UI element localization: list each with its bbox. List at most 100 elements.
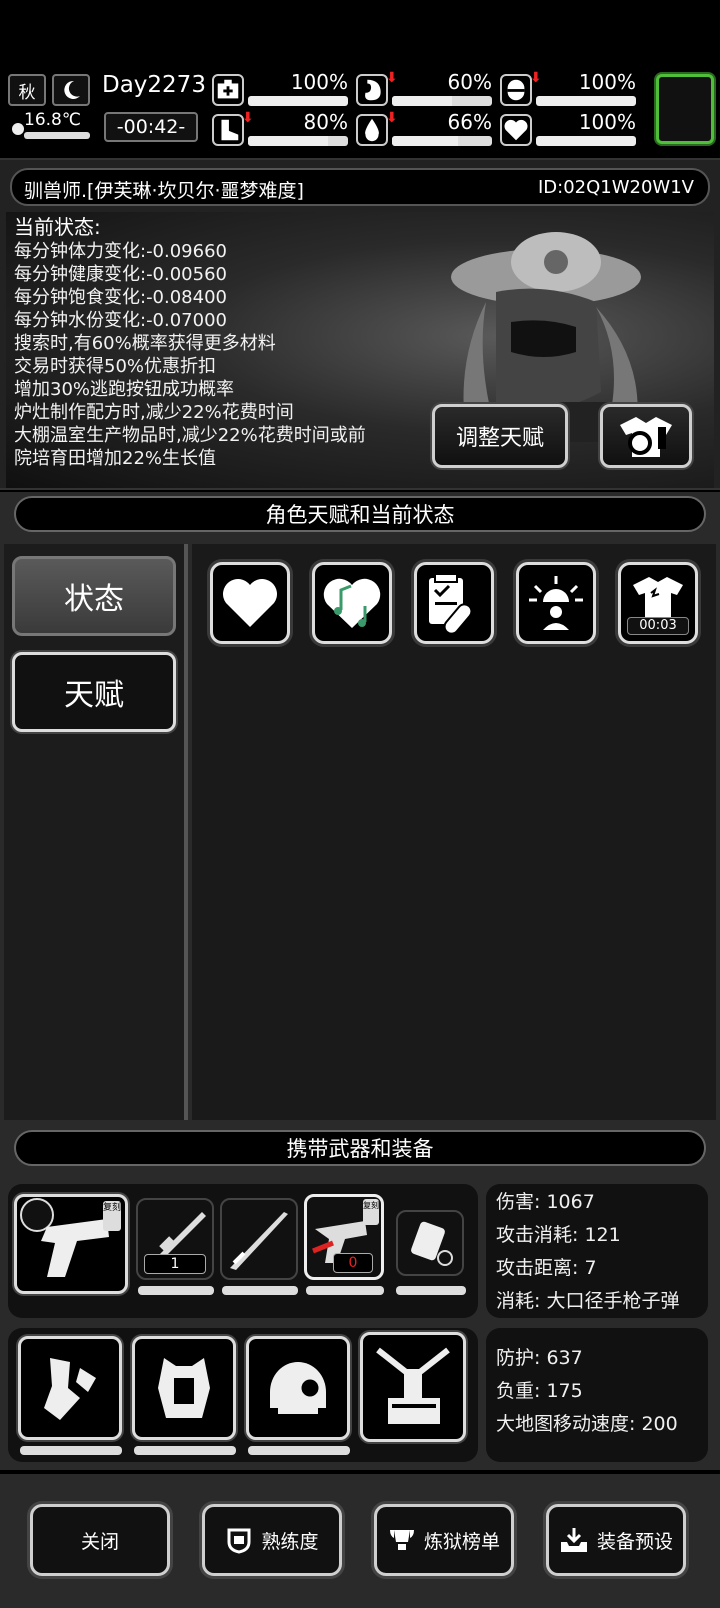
- talent-section-header: 角色天赋和当前状态: [0, 492, 720, 540]
- revolver-ammo-count: 0: [333, 1253, 373, 1273]
- status-line: 每分钟体力变化:-0.09660: [14, 241, 227, 262]
- shield-book-icon: [227, 1528, 251, 1554]
- character-id: ID:02Q1W20W1V: [537, 177, 694, 198]
- katana-durability-bar: [222, 1286, 298, 1295]
- stat-bar: [392, 136, 492, 146]
- armor-pack-icon: [411, 1221, 453, 1266]
- tray-download-icon: [560, 1528, 587, 1552]
- weapon-stat-line: 伤害: 1067: [496, 1191, 595, 1213]
- armor-slot-gloves[interactable]: [18, 1336, 122, 1440]
- equipment-section-body: 复刻 1 复刻 0 伤害: 1067 攻击消耗: 121 攻击距离: 7 消耗: 大口…: [0, 1174, 720, 1470]
- stat-medkit: 100%: [212, 70, 352, 110]
- stat-bar: [248, 136, 348, 146]
- armor-slots: [8, 1328, 478, 1462]
- temperature-bar: [24, 132, 90, 139]
- temperature: 16.8℃: [8, 110, 90, 139]
- vest-icon: [158, 1358, 210, 1418]
- weapon-stats: 伤害: 1067 攻击消耗: 121 攻击距离: 7 消耗: 大口径手枪子弹: [486, 1184, 708, 1318]
- moon-icon: [52, 74, 90, 106]
- stat-pill: ⬇ 100%: [500, 70, 640, 110]
- katana-icon: [230, 1212, 288, 1270]
- stat-value: 66%: [447, 110, 492, 134]
- heart-icon: [500, 114, 532, 146]
- armor-stat-line: 负重: 175: [496, 1380, 583, 1402]
- shirt-refresh-icon: [620, 417, 672, 457]
- bottom-bar: 关闭 熟练度 炼狱榜单 装备预设: [0, 1474, 720, 1608]
- medicine-status-button[interactable]: [414, 562, 494, 644]
- helmet-icon: [270, 1362, 326, 1414]
- tab-column: 状态 天赋: [4, 544, 188, 1120]
- weapon-stat-line: 消耗: 大口径手枪子弹: [496, 1290, 680, 1312]
- season-label: 秋: [18, 82, 36, 103]
- armor-stats: 防护: 637 负重: 175 大地图移动速度: 200: [486, 1328, 708, 1462]
- backpack-icon: [376, 1347, 450, 1424]
- stat-bar: [536, 96, 636, 106]
- music-heart-icon: [323, 578, 381, 628]
- health-status-button[interactable]: [210, 562, 290, 644]
- proficiency-button[interactable]: 熟练度: [202, 1504, 342, 1576]
- outfit-status-button[interactable]: 00:03: [618, 562, 698, 644]
- stat-bar: [248, 96, 348, 106]
- talent-section-body: 状态 天赋 00:03: [0, 540, 720, 1124]
- close-button[interactable]: 关闭: [30, 1504, 170, 1576]
- weapon-slots: 复刻 1 复刻 0: [8, 1184, 478, 1318]
- armor-slot-helmet[interactable]: [246, 1336, 350, 1440]
- mood-status-button[interactable]: [312, 562, 392, 644]
- armor-slot-backpack[interactable]: [360, 1332, 466, 1442]
- status-line: 大棚温室生产物品时,减少22%花费时间或前: [14, 425, 366, 446]
- season-badge: 秋: [8, 74, 46, 106]
- vest-durability-bar: [134, 1446, 236, 1455]
- shirt-icon: [633, 577, 683, 617]
- tab-talent[interactable]: 天赋: [12, 652, 176, 732]
- status-line: 每分钟健康变化:-0.00560: [14, 264, 227, 285]
- equipment-preset-button[interactable]: 装备预设: [546, 1504, 686, 1576]
- helmet-durability-bar: [248, 1446, 350, 1455]
- status-description: 当前状态: 每分钟体力变化:-0.09660 每分钟健康变化:-0.00560 每分…: [14, 214, 366, 470]
- stomach-icon: [356, 74, 388, 106]
- stat-value: 100%: [578, 110, 636, 134]
- alarm-person-icon: [529, 576, 583, 630]
- status-line: 交易时获得50%优惠折扣: [14, 356, 217, 377]
- quick-slot[interactable]: [656, 74, 714, 144]
- pill-icon: [500, 74, 532, 106]
- vital-stats: 100% ⬇ 60% ⬇ 100% ⬇ 80% ⬇ 66% 100%: [212, 70, 648, 154]
- armor-stat-line: 防护: 637: [496, 1347, 583, 1369]
- replica-badge: 复刻: [103, 1201, 121, 1231]
- weapon-slot-pack[interactable]: [396, 1210, 464, 1276]
- stat-value: 80%: [303, 110, 348, 134]
- revolver-durability-bar: [306, 1286, 384, 1295]
- status-line: 搜索时,有60%概率获得更多材料: [14, 333, 276, 354]
- day-counter: Day2273: [102, 72, 206, 98]
- character-header: 驯兽师.[伊芙琳·坎贝尔·噩梦难度] ID:02Q1W20W1V: [10, 168, 710, 206]
- adjust-talent-button[interactable]: 调整天赋: [432, 404, 568, 468]
- status-content: 00:03: [192, 544, 716, 1120]
- stat-value: 100%: [290, 70, 348, 94]
- change-outfit-button[interactable]: [600, 404, 692, 468]
- status-line: 每分钟饱食变化:-0.08400: [14, 287, 227, 308]
- equipment-section-title: 携带武器和装备: [14, 1130, 706, 1166]
- weapon-slot-rifle[interactable]: 1: [136, 1198, 214, 1280]
- shirt-timer-icon: 00:03: [627, 617, 689, 635]
- stat-value: 60%: [447, 70, 492, 94]
- status-line: 炉灶制作配方时,减少22%花费时间: [14, 402, 294, 423]
- alarm-status-button[interactable]: [516, 562, 596, 644]
- top-status-bar: 秋 16.8℃ Day2273 -00:42- 100% ⬇ 60% ⬇ 100% ⬇ 80…: [0, 70, 720, 154]
- armor-stat-line: 大地图移动速度: 200: [496, 1413, 678, 1435]
- status-line: 每分钟水份变化:-0.07000: [14, 310, 227, 331]
- stat-water-drop: ⬇ 66%: [356, 110, 496, 150]
- armor-slot-vest[interactable]: [132, 1336, 236, 1440]
- tab-status[interactable]: 状态: [12, 556, 176, 636]
- purgatory-ranking-button[interactable]: 炼狱榜单: [374, 1504, 514, 1576]
- stat-bar: [536, 136, 636, 146]
- clock-time: -00:42-: [104, 112, 198, 142]
- weapon-slot-main[interactable]: 复刻: [14, 1194, 128, 1294]
- weapon-slot-revolver-alt[interactable]: 复刻 0: [304, 1194, 384, 1280]
- character-panel: 驯兽师.[伊芙琳·坎贝尔·噩梦难度] ID:02Q1W20W1V 当前状态: 每…: [0, 158, 720, 490]
- stat-value: 100%: [578, 70, 636, 94]
- weapon-slot-katana[interactable]: [220, 1198, 298, 1280]
- clipboard-pill-icon: [429, 573, 473, 634]
- weapon-stat-line: 攻击距离: 7: [496, 1257, 597, 1279]
- pack-durability-bar: [396, 1286, 466, 1295]
- rifle-durability-bar: [138, 1286, 214, 1295]
- stamina-boot-icon: [212, 114, 244, 146]
